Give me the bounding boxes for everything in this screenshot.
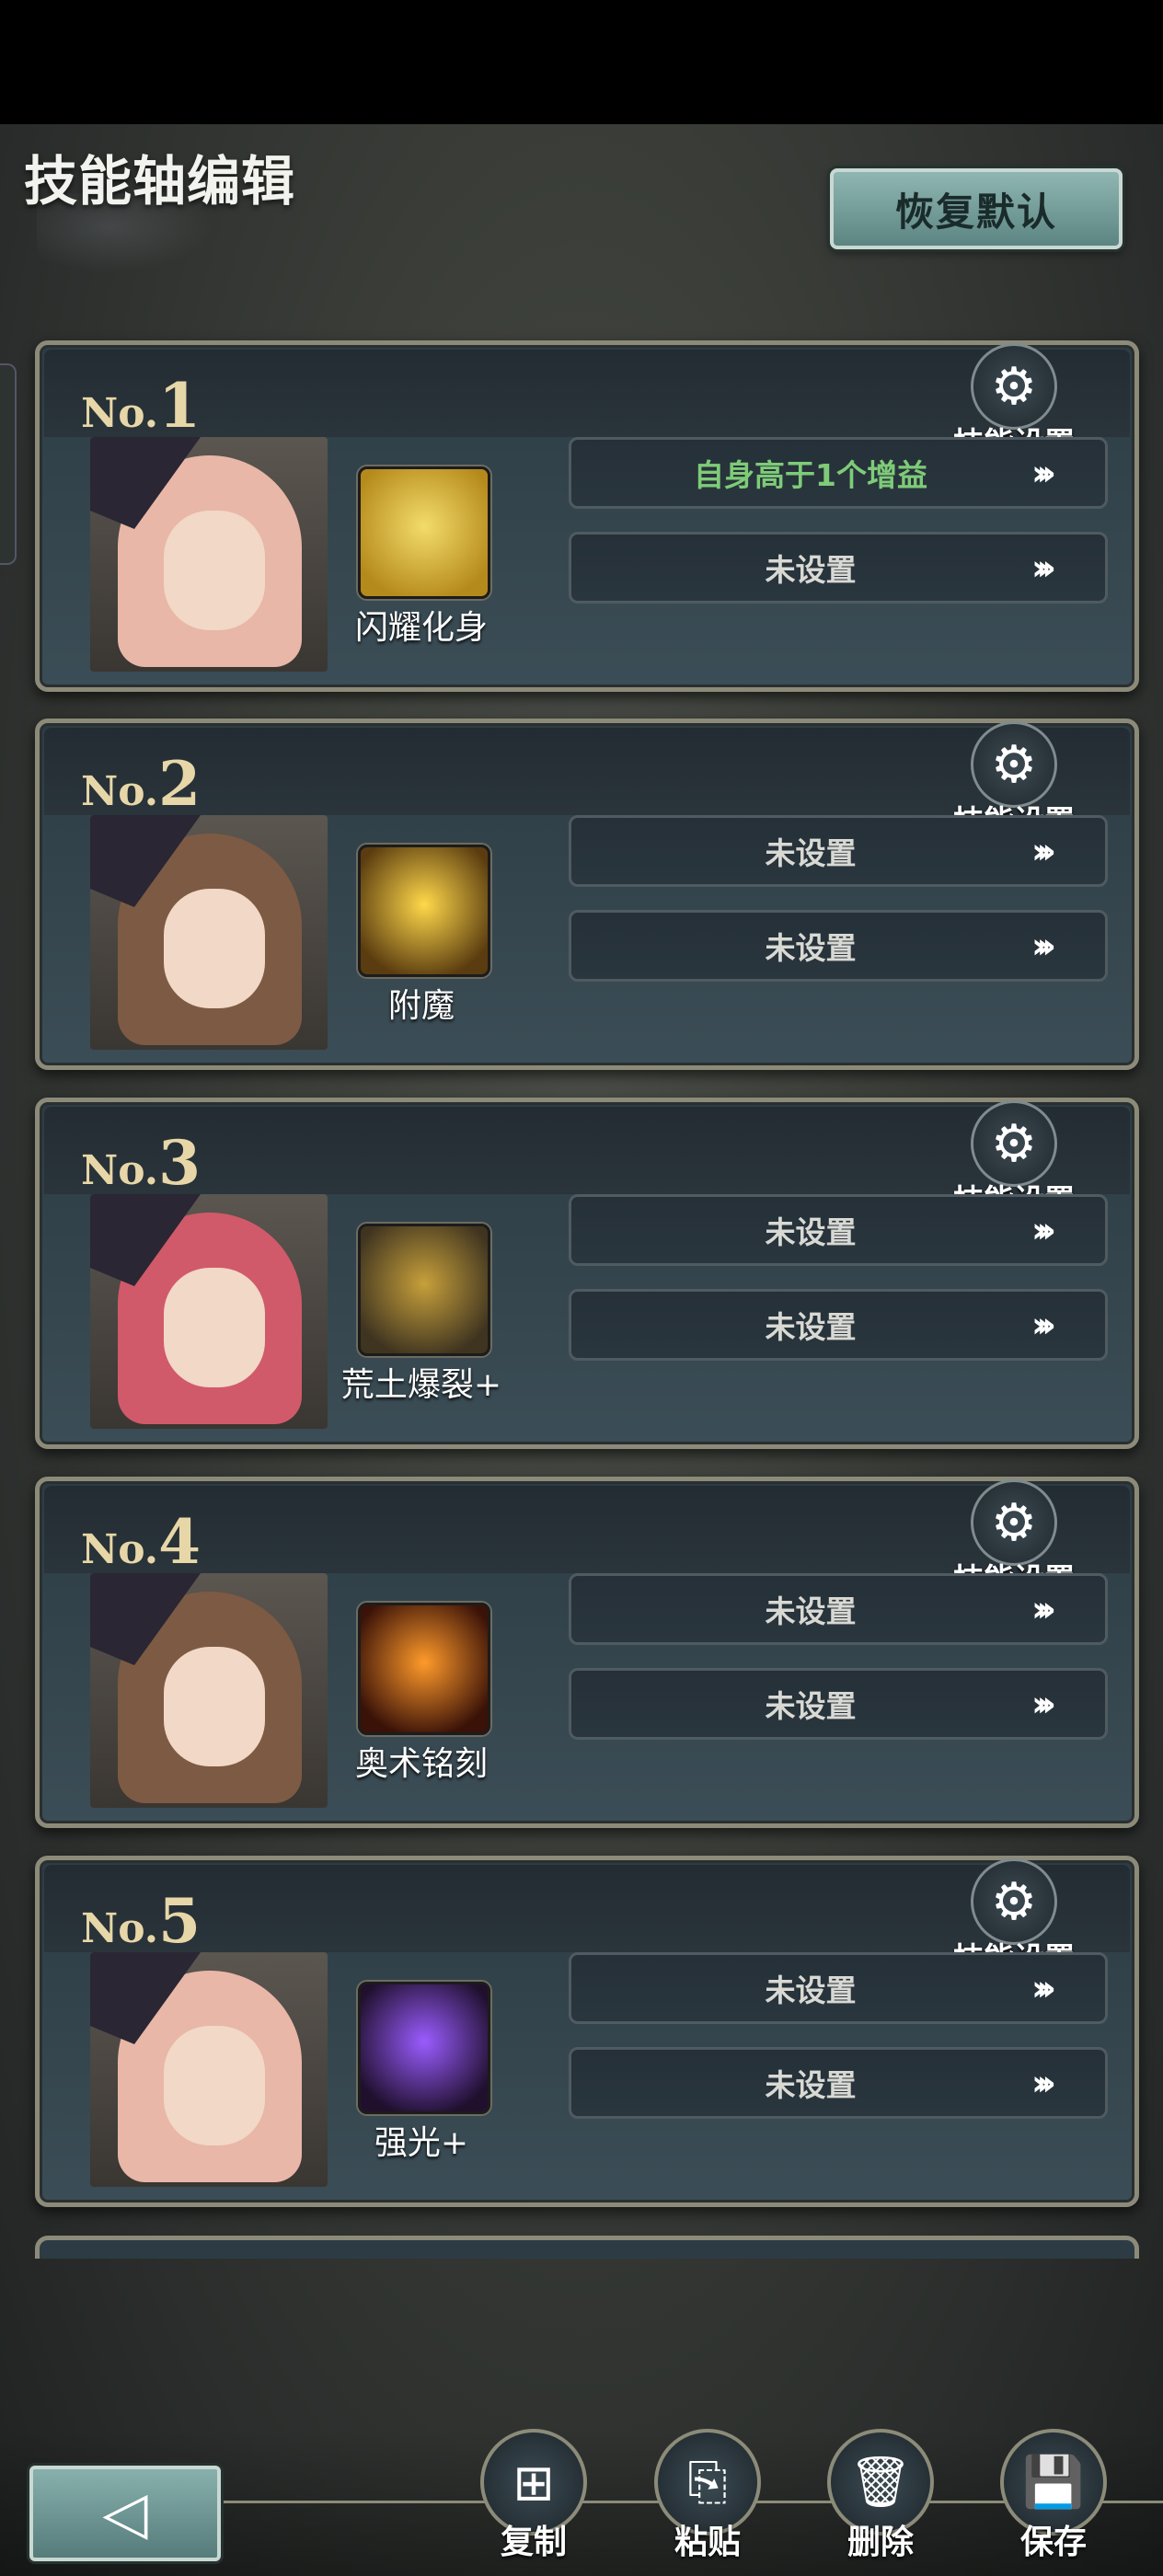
card-number: No.4 bbox=[81, 1506, 201, 1578]
condition-text: 未设置 bbox=[765, 2067, 857, 2103]
card-number-value: 3 bbox=[158, 1127, 202, 1199]
condition-text: 未设置 bbox=[765, 835, 857, 871]
triple-chevron-icon: ››› bbox=[1031, 1684, 1056, 1724]
skill-card: No.5 ⚙ 技能设置 强光+ 未设置 ››› 未设置 ››› bbox=[35, 1856, 1139, 2207]
side-tab[interactable] bbox=[0, 363, 17, 565]
skill-name: 闪耀化身 bbox=[354, 609, 488, 647]
condition-text: 未设置 bbox=[765, 1214, 857, 1250]
copy-button[interactable]: ⊞ 复制 bbox=[474, 2429, 593, 2576]
condition-text: 自身高于1个增益 bbox=[694, 457, 927, 493]
condition-text: 未设置 bbox=[765, 930, 857, 966]
character-portrait[interactable] bbox=[90, 815, 328, 1050]
skill-icon[interactable] bbox=[358, 1982, 490, 2114]
card-number-prefix: No. bbox=[81, 1526, 159, 1573]
condition-text: 未设置 bbox=[765, 1309, 857, 1345]
condition-slot-1[interactable]: 未设置 ››› bbox=[569, 815, 1108, 887]
skill-name: 强光+ bbox=[374, 2124, 469, 2162]
condition-slot-1[interactable]: 自身高于1个增益 ››› bbox=[569, 437, 1108, 509]
card-number-prefix: No. bbox=[81, 768, 159, 815]
skill-settings-button[interactable]: ⚙ 技能设置 bbox=[936, 1479, 1092, 1597]
status-bar bbox=[0, 0, 1163, 124]
gear-icon: ⚙ bbox=[990, 356, 1038, 417]
character-portrait[interactable] bbox=[90, 437, 328, 672]
character-portrait[interactable] bbox=[90, 1194, 328, 1429]
condition-slot-2[interactable]: 未设置 ››› bbox=[569, 2047, 1108, 2119]
skill-card: No.2 ⚙ 技能设置 附魔 未设置 ››› 未设置 ››› bbox=[35, 719, 1139, 1070]
skill-card: No.3 ⚙ 技能设置 荒土爆裂+ 未设置 ››› 未设置 ››› bbox=[35, 1098, 1139, 1449]
skill-name: 奥术铭刻 bbox=[354, 1745, 488, 1783]
condition-text: 未设置 bbox=[765, 1972, 857, 2008]
save-icon: 💾 bbox=[1022, 2453, 1085, 2511]
condition-slot-1[interactable]: 未设置 ››› bbox=[569, 1573, 1108, 1645]
delete-button[interactable]: 🗑 删除 bbox=[821, 2429, 940, 2576]
gear-icon: ⚙ bbox=[990, 1113, 1038, 1174]
card-number-value: 5 bbox=[158, 1885, 202, 1957]
skill-icon[interactable] bbox=[358, 1224, 490, 1356]
delete-label: 删除 bbox=[846, 2524, 914, 2561]
skill-icon[interactable] bbox=[358, 1603, 490, 1735]
trash-icon: 🗑 bbox=[848, 2453, 913, 2511]
skill-icon[interactable] bbox=[358, 466, 490, 599]
triple-chevron-icon: ››› bbox=[1031, 547, 1056, 588]
card-number: No.3 bbox=[81, 1127, 201, 1199]
triple-chevron-icon: ››› bbox=[1031, 1305, 1056, 1345]
condition-slot-2[interactable]: 未设置 ››› bbox=[569, 532, 1108, 604]
skill-settings-button[interactable]: ⚙ 技能设置 bbox=[936, 1100, 1092, 1218]
back-arrow-icon: ◁ bbox=[102, 2479, 148, 2547]
skill-card: No.1 ⚙ 技能设置 闪耀化身 自身高于1个增益 ››› 未设置 ››› bbox=[35, 340, 1139, 692]
skill-card: No.4 ⚙ 技能设置 奥术铭刻 未设置 ››› 未设置 ››› bbox=[35, 1477, 1139, 1828]
condition-slot-2[interactable]: 未设置 ››› bbox=[569, 910, 1108, 982]
card-number-value: 1 bbox=[158, 370, 202, 442]
skill-name: 荒土爆裂+ bbox=[340, 1366, 502, 1404]
paste-icon: ⎘ bbox=[687, 2453, 728, 2511]
save-button[interactable]: 💾 保存 bbox=[994, 2429, 1113, 2576]
next-card-partial bbox=[35, 2236, 1139, 2259]
character-portrait[interactable] bbox=[90, 1573, 328, 1808]
triple-chevron-icon: ››› bbox=[1031, 453, 1056, 493]
condition-slot-2[interactable]: 未设置 ››› bbox=[569, 1289, 1108, 1361]
card-number-prefix: No. bbox=[81, 1147, 159, 1194]
reset-default-button[interactable]: 恢复默认 bbox=[830, 168, 1123, 249]
gear-icon: ⚙ bbox=[990, 734, 1038, 795]
card-number: No.1 bbox=[81, 370, 201, 442]
copy-icon: ⊞ bbox=[512, 2453, 555, 2512]
condition-text: 未设置 bbox=[765, 552, 857, 588]
skill-name: 附魔 bbox=[387, 987, 455, 1025]
skill-settings-button[interactable]: ⚙ 技能设置 bbox=[936, 343, 1092, 461]
skill-settings-button[interactable]: ⚙ 技能设置 bbox=[936, 721, 1092, 839]
condition-slot-1[interactable]: 未设置 ››› bbox=[569, 1952, 1108, 2024]
card-number-value: 4 bbox=[158, 1506, 202, 1578]
paste-label: 粘贴 bbox=[674, 2524, 741, 2561]
condition-text: 未设置 bbox=[765, 1593, 857, 1629]
back-button[interactable]: ◁ bbox=[29, 2466, 221, 2561]
card-number: No.5 bbox=[81, 1885, 201, 1957]
triple-chevron-icon: ››› bbox=[1031, 1968, 1056, 2008]
condition-text: 未设置 bbox=[765, 1688, 857, 1724]
triple-chevron-icon: ››› bbox=[1031, 2063, 1056, 2103]
card-number: No.2 bbox=[81, 748, 201, 820]
copy-label: 复制 bbox=[500, 2524, 567, 2561]
skill-settings-button[interactable]: ⚙ 技能设置 bbox=[936, 1858, 1092, 1976]
skill-icon[interactable] bbox=[358, 845, 490, 977]
condition-slot-2[interactable]: 未设置 ››› bbox=[569, 1668, 1108, 1740]
card-number-prefix: No. bbox=[81, 390, 159, 437]
condition-slot-1[interactable]: 未设置 ››› bbox=[569, 1194, 1108, 1266]
triple-chevron-icon: ››› bbox=[1031, 831, 1056, 871]
triple-chevron-icon: ››› bbox=[1031, 1210, 1056, 1250]
save-label: 保存 bbox=[1019, 2524, 1087, 2561]
card-number-prefix: No. bbox=[81, 1905, 159, 1952]
paste-button[interactable]: ⎘ 粘贴 bbox=[648, 2429, 767, 2576]
triple-chevron-icon: ››› bbox=[1031, 926, 1056, 966]
card-number-value: 2 bbox=[158, 748, 202, 820]
gear-icon: ⚙ bbox=[990, 1492, 1038, 1553]
gear-icon: ⚙ bbox=[990, 1871, 1038, 1932]
page-title: 技能轴编辑 bbox=[24, 150, 296, 213]
character-portrait[interactable] bbox=[90, 1952, 328, 2187]
triple-chevron-icon: ››› bbox=[1031, 1589, 1056, 1629]
